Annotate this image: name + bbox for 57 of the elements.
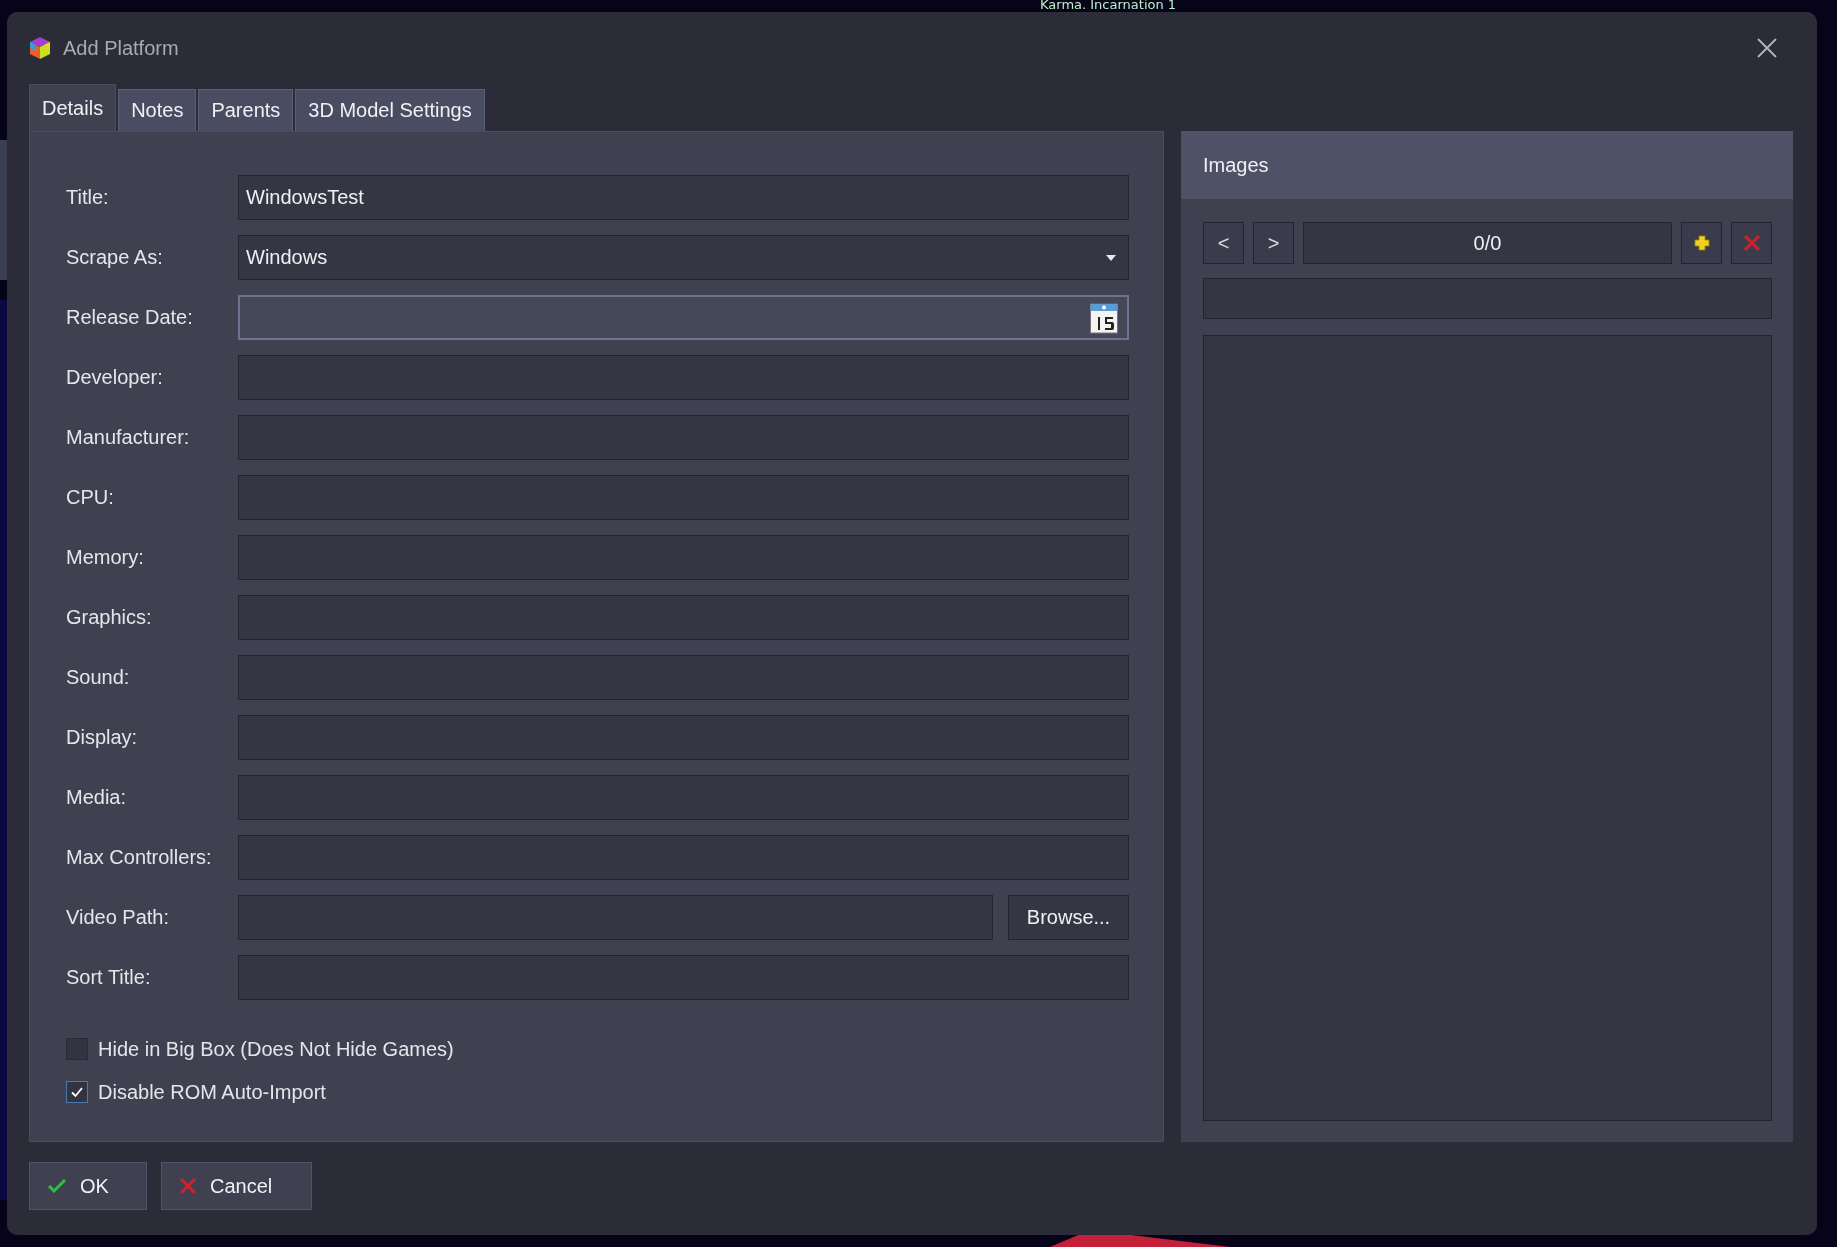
input-field[interactable] (238, 415, 1129, 460)
date-field[interactable] (238, 295, 1129, 340)
ok-button[interactable]: OK (29, 1162, 147, 1210)
field-label: Media: (66, 786, 128, 809)
field-label: Title: (66, 186, 110, 209)
plus-icon (1693, 235, 1710, 251)
input-field[interactable] (238, 715, 1129, 760)
close-icon[interactable] (1757, 38, 1777, 58)
tab[interactable]: Parents (198, 89, 294, 131)
path-field[interactable] (238, 895, 993, 940)
background-text: Karma. Incarnation 1 (1040, 0, 1177, 12)
field-label: Release Date: (66, 306, 194, 329)
field-label: CPU: (66, 486, 115, 509)
field-label: Manufacturer: (66, 426, 191, 449)
checkbox-label: Disable ROM Auto-Import (98, 1080, 326, 1104)
input-field[interactable] (238, 835, 1129, 880)
checkbox[interactable] (66, 1081, 88, 1103)
field-label: Max Controllers: (66, 846, 213, 869)
image-counter: 0/0 (1303, 222, 1672, 264)
tab[interactable]: Details (29, 84, 117, 131)
tab[interactable]: 3D Model Settings (295, 89, 485, 131)
input-field[interactable] (238, 355, 1129, 400)
field-label: Memory: (66, 546, 145, 569)
input-field[interactable] (238, 595, 1129, 640)
field-label: Developer: (66, 366, 164, 389)
checkmark-icon (48, 1178, 66, 1194)
calendar-icon[interactable] (1090, 301, 1118, 334)
checkmark-icon (70, 1085, 84, 1099)
input-field[interactable] (238, 535, 1129, 580)
browse-button[interactable]: Browse... (1008, 895, 1129, 940)
field-label: Display: (66, 726, 139, 749)
image-type-field[interactable] (1203, 278, 1772, 319)
cross-icon (180, 1178, 196, 1194)
field-label: Graphics: (66, 606, 153, 629)
input-field[interactable] (238, 655, 1129, 700)
delete-button[interactable] (1731, 222, 1772, 264)
input-field[interactable]: WindowsTest (238, 175, 1129, 220)
previous-button[interactable]: < (1203, 222, 1244, 264)
input-field[interactable] (238, 475, 1129, 520)
input-field[interactable] (238, 775, 1129, 820)
window-title: Add Platform (63, 36, 179, 60)
field-label: Sort Title: (66, 966, 152, 989)
tab[interactable]: Notes (118, 89, 197, 131)
dropdown-arrow-icon (1106, 254, 1116, 261)
field-label: Scrape As: (66, 246, 164, 269)
field-label: Video Path: (66, 906, 171, 929)
cube-logo-icon (29, 36, 51, 60)
add-button[interactable] (1681, 222, 1722, 264)
cross-icon (1742, 234, 1761, 252)
panel-title: Images (1203, 153, 1269, 177)
input-field[interactable] (238, 955, 1129, 1000)
field-label: Sound: (66, 666, 131, 689)
cancel-button[interactable]: Cancel (161, 1162, 312, 1210)
dropdown-field[interactable]: Windows (238, 235, 1129, 280)
checkbox-label: Hide in Big Box (Does Not Hide Games) (98, 1037, 454, 1061)
next-button[interactable]: > (1253, 222, 1294, 264)
checkbox[interactable] (66, 1038, 88, 1060)
